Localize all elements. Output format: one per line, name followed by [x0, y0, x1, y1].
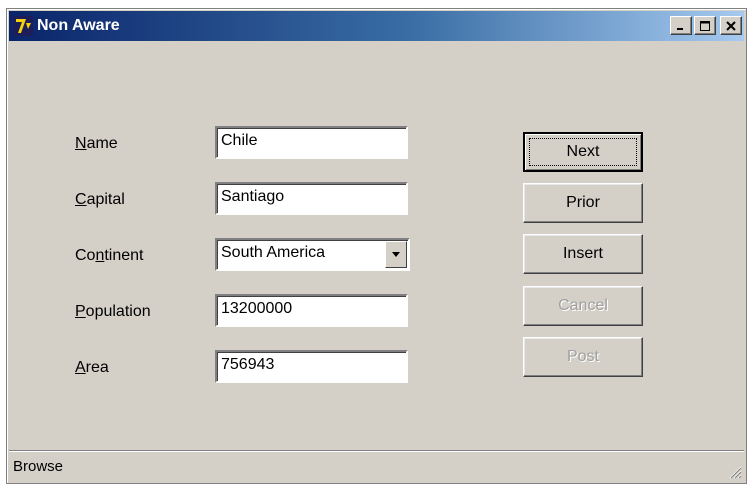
- continent-value: South America: [221, 244, 326, 261]
- population-field[interactable]: 13200000: [215, 294, 408, 327]
- focus-rect: [529, 138, 637, 166]
- area-label: Area: [75, 359, 109, 376]
- maximize-icon: [700, 20, 710, 31]
- post-button: Post: [523, 337, 643, 377]
- name-field[interactable]: Chile: [215, 126, 408, 159]
- population-label: Population: [75, 303, 151, 320]
- window-title: Non Aware: [37, 17, 120, 34]
- continent-select[interactable]: South America: [215, 238, 410, 271]
- close-icon: [726, 20, 736, 31]
- insert-button[interactable]: Insert: [523, 234, 643, 274]
- prior-button[interactable]: Prior: [523, 183, 643, 223]
- close-button[interactable]: [720, 16, 742, 35]
- next-button[interactable]: Next: [523, 132, 643, 172]
- title-buttons: [670, 16, 742, 35]
- continent-label: Continent: [75, 247, 144, 264]
- cancel-button: Cancel: [523, 286, 643, 326]
- resize-grip-icon[interactable]: [728, 465, 742, 479]
- name-label: Name: [75, 135, 118, 152]
- capital-field[interactable]: Santiago: [215, 182, 408, 215]
- minimize-icon: [677, 27, 683, 30]
- maximize-button[interactable]: [694, 16, 716, 35]
- app-window: Non Aware Name Capital Continent Populat…: [6, 8, 747, 484]
- capital-label: Capital: [75, 191, 125, 208]
- title-bar[interactable]: Non Aware: [9, 11, 744, 41]
- area-field[interactable]: 756943: [215, 350, 408, 383]
- status-bar: Browse: [9, 450, 744, 481]
- dropdown-button[interactable]: [385, 241, 407, 268]
- chevron-down-icon: [392, 251, 400, 257]
- status-text: Browse: [13, 458, 64, 475]
- app-icon[interactable]: [13, 16, 33, 36]
- minimize-button[interactable]: [670, 16, 692, 35]
